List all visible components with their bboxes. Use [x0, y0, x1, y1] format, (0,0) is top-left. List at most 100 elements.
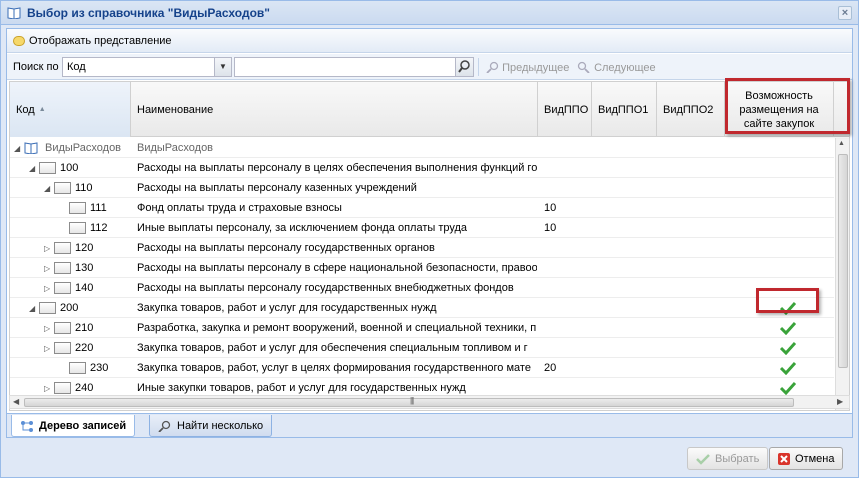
find-next-icon: [577, 61, 590, 74]
book-icon: [24, 142, 38, 154]
select-button[interactable]: Выбрать: [687, 447, 769, 470]
check-icon: [780, 361, 796, 375]
row-code: 130: [75, 262, 94, 274]
expand-icon[interactable]: ▷: [44, 244, 50, 253]
table-row[interactable]: ▷ 140 Расходы на выплаты персоналу государ…: [10, 278, 834, 298]
column-header-vidppo2[interactable]: ВидППО2: [657, 82, 725, 137]
collapse-icon[interactable]: ◢: [29, 164, 35, 173]
column-header-code[interactable]: Код ▲: [10, 82, 131, 137]
folder-icon: [54, 262, 71, 274]
row-code: 120: [75, 242, 94, 254]
cancel-button[interactable]: Отмена: [769, 447, 844, 470]
tab-tree[interactable]: Дерево записей: [11, 415, 136, 437]
cancel-button-label: Отмена: [795, 452, 835, 465]
view-button[interactable]: Отображать представление: [13, 33, 172, 49]
row-name: Закупка товаров, работ и услуг для госуд…: [137, 302, 437, 314]
tab-find-label: Найти несколько: [177, 419, 264, 432]
table-row[interactable]: 111 Фонд оплаты труда и страховые взносы 1…: [10, 198, 834, 218]
row-code: ВидыРасходов: [45, 142, 122, 154]
select-button-label: Выбрать: [715, 452, 760, 465]
book-icon: [7, 7, 21, 19]
check-highlight-box: [756, 288, 819, 313]
tab-find-multiple[interactable]: Найти несколько: [149, 415, 273, 437]
row-code: 210: [75, 322, 94, 334]
search-button[interactable]: [455, 58, 473, 76]
column-header-name[interactable]: Наименование: [131, 82, 538, 137]
table-row[interactable]: 112 Иные выплаты персоналу, за исключение…: [10, 218, 834, 238]
header-highlight-box: [725, 78, 850, 134]
cancel-x-icon: [778, 452, 790, 465]
view-button-label: Отображать представление: [29, 35, 172, 47]
column-header-vidppo1[interactable]: ВидППО1: [592, 82, 657, 137]
row-vidppo: 10: [544, 202, 557, 214]
column-code-label: Код: [16, 103, 35, 116]
row-vidppo: 10: [544, 222, 557, 234]
grip-icon: |||: [410, 396, 414, 405]
search-input[interactable]: [234, 57, 474, 77]
prev-button[interactable]: Предыдущее: [485, 61, 569, 74]
chevron-down-icon[interactable]: ▼: [214, 58, 231, 76]
expand-icon[interactable]: ▷: [44, 264, 50, 273]
vertical-scrollbar[interactable]: ▲ ▼: [835, 138, 849, 410]
prev-label: Предыдущее: [502, 62, 570, 74]
folder-icon: [54, 342, 71, 354]
row-vidppo: 20: [544, 362, 557, 374]
expand-icon[interactable]: ▷: [44, 384, 50, 393]
folder-icon: [54, 382, 71, 394]
tab-tree-label: Дерево записей: [39, 419, 127, 432]
expand-icon[interactable]: ▷: [44, 344, 50, 353]
folder-icon: [54, 182, 71, 194]
scroll-right-icon[interactable]: ▶: [837, 397, 843, 406]
table-row[interactable]: ◢ ВидыРасходов ВидыРасходов: [10, 138, 834, 158]
collapse-icon[interactable]: ◢: [29, 304, 35, 313]
folder-icon: [54, 282, 71, 294]
horizontal-scrollbar[interactable]: ◀ ||| ▶: [9, 395, 850, 409]
table-row[interactable]: ▷ 130 Расходы на выплаты персоналу в сфере…: [10, 258, 834, 278]
search-toolbar: Поиск по Код ▼ Предыдущее Следующее: [7, 54, 852, 80]
row-code: 110: [75, 182, 93, 194]
table-row[interactable]: ◢ 100 Расходы на выплаты персоналу в целях…: [10, 158, 834, 178]
collapse-icon[interactable]: ◢: [14, 144, 20, 153]
row-name: Закупка товаров, работ и услуг для обесп…: [137, 342, 528, 354]
row-code: 112: [90, 222, 108, 234]
row-code: 200: [60, 302, 79, 314]
column-vidppo2-label: ВидППО2: [663, 103, 714, 116]
search-icon: [458, 60, 470, 73]
expand-icon[interactable]: ▷: [44, 284, 50, 293]
table-row[interactable]: ◢ 200 Закупка товаров, работ и услуг для г…: [10, 298, 834, 318]
folder-icon: [54, 322, 71, 334]
row-name: Расходы на выплаты персоналу государстве…: [137, 242, 435, 254]
window-title: Выбор из справочника "ВидыРасходов": [27, 6, 270, 20]
table-row[interactable]: 230 Закупка товаров, работ, услуг в целях…: [10, 358, 834, 378]
vertical-scroll-thumb[interactable]: [838, 154, 848, 368]
dialog-window: Выбор из справочника "ВидыРасходов" × От…: [0, 0, 859, 478]
table-row[interactable]: ▷ 210 Разработка, закупка и ремонт вооруже…: [10, 318, 834, 338]
toolbar-separator: [478, 58, 479, 76]
expand-icon[interactable]: ▷: [44, 324, 50, 333]
next-label: Следующее: [594, 62, 656, 74]
folder-icon: [39, 162, 56, 174]
top-toolbar: Отображать представление: [7, 29, 852, 53]
close-button[interactable]: ×: [838, 6, 852, 20]
row-code: 100: [60, 162, 79, 174]
scroll-left-icon[interactable]: ◀: [13, 397, 19, 406]
next-button[interactable]: Следующее: [577, 61, 656, 74]
scroll-up-icon[interactable]: ▲: [838, 140, 845, 147]
table-row[interactable]: ▷ 220 Закупка товаров, работ и услуг для о…: [10, 338, 834, 358]
column-header-vidppo[interactable]: ВидППО: [538, 82, 592, 137]
row-name: Разработка, закупка и ремонт вооружений,…: [137, 322, 537, 334]
table-row[interactable]: ◢ 110 Расходы на выплаты персоналу казенны…: [10, 178, 834, 198]
horizontal-scroll-thumb[interactable]: |||: [24, 396, 794, 407]
grid-header: Код ▲ Наименование ВидППО ВидППО1 ВидППО2…: [10, 82, 849, 137]
collapse-icon[interactable]: ◢: [44, 184, 50, 193]
row-name: Иные выплаты персоналу, за исключением ф…: [137, 222, 468, 234]
folder-icon: [69, 222, 86, 234]
check-icon: [696, 453, 710, 465]
column-vidppo1-label: ВидППО1: [598, 103, 649, 116]
row-code: 111: [90, 202, 107, 214]
records-grid: Код ▲ Наименование ВидППО ВидППО1 ВидППО2…: [9, 81, 850, 411]
folder-icon: [54, 242, 71, 254]
search-field-select[interactable]: Код ▼: [62, 57, 232, 77]
table-row[interactable]: ▷ 120 Расходы на выплаты персоналу государ…: [10, 238, 834, 258]
sort-asc-icon: ▲: [38, 106, 46, 113]
